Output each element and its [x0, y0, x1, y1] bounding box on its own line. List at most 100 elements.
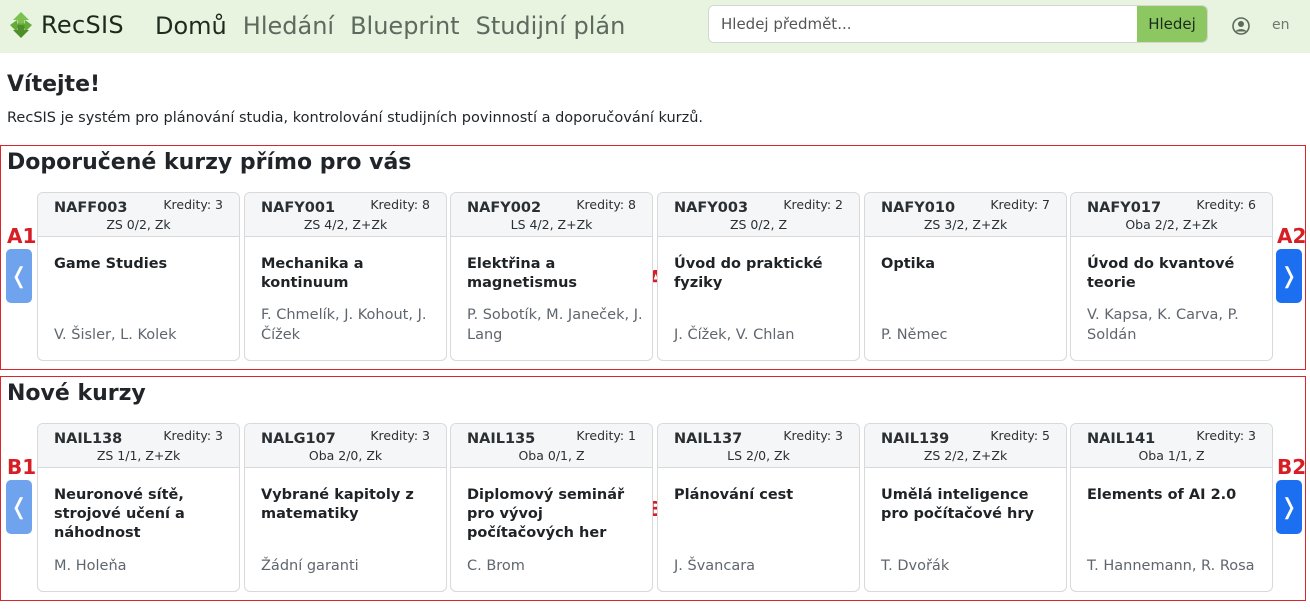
course-credits: Kredity: 2	[783, 197, 843, 212]
course-name[interactable]: Neuronové sítě, strojové učení a náhodno…	[54, 486, 234, 543]
search-button[interactable]: Hledej	[1137, 6, 1207, 42]
course-guarantors: P. Sobotík, M. Janeček, J. Lang	[467, 307, 643, 343]
course-guarantors: F. Chmelík, J. Kohout, J. Čížek	[261, 307, 427, 343]
course-semester: Oba 2/0, Zk	[308, 448, 383, 463]
course-guarantors: V. Šisler, L. Kolek	[54, 327, 177, 343]
course-name[interactable]: Diplomový seminář pro vývoj počítačových…	[467, 486, 647, 543]
course-semester: ZS 0/2, Zk	[106, 217, 171, 232]
course-name[interactable]: Elektřina a magnetismus	[467, 255, 647, 293]
course-credits: Kredity: 5	[990, 428, 1050, 443]
course-guarantors: T. Hannemann, R. Rosa	[1087, 558, 1255, 574]
course-name[interactable]: Optika	[881, 255, 1061, 274]
brand-name: RecSIS	[41, 11, 124, 39]
recsis-logo-icon	[10, 12, 32, 38]
course-semester: ZS 3/2, Z+Zk	[923, 217, 1008, 232]
annotation-marker-right: B2	[1277, 455, 1307, 479]
course-card-header: NAIL141 Kredity: 3 Oba 1/1, Z	[1071, 424, 1272, 468]
course-credits: Kredity: 8	[576, 197, 636, 212]
course-card[interactable]: NAFY003 Kredity: 2 ZS 0/2, Z Úvod do prakti…	[657, 192, 860, 361]
nav-home[interactable]: Domů	[155, 12, 227, 40]
course-guarantors: M. Holeňa	[54, 558, 127, 574]
carousel-prev-button[interactable]: ❬	[6, 480, 32, 534]
course-semester: Oba 1/1, Z	[1138, 448, 1205, 463]
course-name[interactable]: Úvod do kvantové teorie	[1087, 255, 1267, 293]
nav-blueprint[interactable]: Blueprint	[350, 12, 460, 40]
nav-study-plan[interactable]: Studijní plán	[476, 12, 626, 40]
course-card[interactable]: NAIL135 Kredity: 1 Oba 0/1, Z Diplomový sem…	[450, 423, 653, 592]
course-semester: Oba 0/1, Z	[518, 448, 585, 463]
welcome-title: Vítejte!	[7, 72, 101, 97]
course-card[interactable]: NALG107 Kredity: 3 Oba 2/0, Zk Vybrané kapi…	[244, 423, 447, 592]
course-name[interactable]: Plánování cest	[674, 486, 854, 505]
course-name[interactable]: Vybrané kapitoly z matematiky	[261, 486, 441, 524]
section-title: Doporučené kurzy přímo pro vás	[7, 150, 412, 175]
course-card-header: NAFF003 Kredity: 3 ZS 0/2, Zk	[38, 193, 239, 237]
nav-search[interactable]: Hledání	[243, 12, 334, 40]
course-card[interactable]: NAFY002 Kredity: 8 LS 4/2, Z+Zk Elektřina a…	[450, 192, 653, 361]
language-switch[interactable]: en	[1272, 17, 1290, 33]
course-code: NAIL135	[467, 431, 536, 447]
course-card-header: NAFY010 Kredity: 7 ZS 3/2, Z+Zk	[865, 193, 1066, 237]
course-card[interactable]: NAIL137 Kredity: 3 LS 2/0, Zk Plánování ces…	[657, 423, 860, 592]
course-code: NAFF003	[54, 200, 128, 216]
course-credits: Kredity: 6	[1196, 197, 1256, 212]
course-code: NAFY003	[674, 200, 749, 216]
course-name[interactable]: Game Studies	[54, 255, 234, 274]
course-credits: Kredity: 7	[990, 197, 1050, 212]
course-card-header: NAFY017 Kredity: 6 Oba 2/2, Z+Zk	[1071, 193, 1272, 237]
course-semester: ZS 2/2, Z+Zk	[923, 448, 1008, 463]
course-guarantors: P. Němec	[881, 327, 948, 343]
course-card[interactable]: NAFY001 Kredity: 8 ZS 4/2, Z+Zk Mechanika a…	[244, 192, 447, 361]
course-card-header: NAIL135 Kredity: 1 Oba 0/1, Z	[451, 424, 652, 468]
section-title: Nové kurzy	[7, 381, 146, 406]
course-code: NAIL137	[674, 431, 743, 447]
main-nav: Domů Hledání Blueprint Studijní plán	[155, 12, 641, 40]
course-card[interactable]: NAIL141 Kredity: 3 Oba 1/1, Z Elements of A…	[1070, 423, 1273, 592]
course-credits: Kredity: 1	[576, 428, 636, 443]
course-credits: Kredity: 3	[1196, 428, 1256, 443]
course-code: NAFY017	[1087, 200, 1162, 216]
user-circle-icon[interactable]	[1232, 17, 1250, 35]
carousel-prev-button[interactable]: ❬	[6, 249, 32, 303]
course-code: NAIL138	[54, 431, 123, 447]
course-semester: LS 4/2, Z+Zk	[510, 217, 593, 232]
search-form: Hledej	[708, 5, 1208, 43]
course-card[interactable]: NAFF003 Kredity: 3 ZS 0/2, Zk Game Studies V…	[37, 192, 240, 361]
course-guarantors: V. Kapsa, K. Carva, P. Soldán	[1087, 307, 1239, 343]
course-semester: ZS 0/2, Z	[729, 217, 788, 232]
course-card[interactable]: NAFY017 Kredity: 6 Oba 2/2, Z+Zk Úvod do kv…	[1070, 192, 1273, 361]
course-card-header: NAFY002 Kredity: 8 LS 4/2, Z+Zk	[451, 193, 652, 237]
search-input[interactable]	[709, 6, 1137, 42]
course-name[interactable]: Mechanika a kontinuum	[261, 255, 441, 293]
navbar: RecSIS Domů Hledání Blueprint Studijní p…	[0, 0, 1310, 53]
carousel-next-button[interactable]: ❭	[1276, 249, 1302, 303]
course-name[interactable]: Elements of AI 2.0	[1087, 486, 1267, 505]
course-guarantors: Žádní garanti	[261, 558, 359, 574]
course-name[interactable]: Úvod do praktické fyziky	[674, 255, 854, 293]
course-card-header: NAIL137 Kredity: 3 LS 2/0, Zk	[658, 424, 859, 468]
course-credits: Kredity: 3	[783, 428, 843, 443]
annotation-marker-right: A2	[1277, 224, 1307, 248]
course-credits: Kredity: 3	[163, 428, 223, 443]
carousel-next-button[interactable]: ❭	[1276, 480, 1302, 534]
brand[interactable]: RecSIS	[9, 11, 124, 39]
course-card-header: NAIL138 Kredity: 3 ZS 1/1, Z+Zk	[38, 424, 239, 468]
course-code: NAFY001	[261, 200, 336, 216]
course-name[interactable]: Umělá inteligence pro počítačové hry	[881, 486, 1061, 524]
course-semester: Oba 2/2, Z+Zk	[1125, 217, 1218, 232]
annotation-marker-left: A1	[7, 224, 37, 248]
course-code: NAIL139	[881, 431, 950, 447]
course-card-header: NAFY001 Kredity: 8 ZS 4/2, Z+Zk	[245, 193, 446, 237]
course-card[interactable]: NAIL138 Kredity: 3 ZS 1/1, Z+Zk Neuronové s…	[37, 423, 240, 592]
welcome-text: RecSIS je systém pro plánování studia, k…	[7, 110, 704, 126]
course-semester: LS 2/0, Zk	[727, 448, 790, 463]
course-card[interactable]: NAIL139 Kredity: 5 ZS 2/2, Z+Zk Umělá intel…	[864, 423, 1067, 592]
course-card-header: NALG107 Kredity: 3 Oba 2/0, Zk	[245, 424, 446, 468]
course-code: NAIL141	[1087, 431, 1156, 447]
course-card-header: NAIL139 Kredity: 5 ZS 2/2, Z+Zk	[865, 424, 1066, 468]
course-semester: ZS 1/1, Z+Zk	[96, 448, 181, 463]
course-semester: ZS 4/2, Z+Zk	[303, 217, 388, 232]
course-guarantors: J. Švancara	[674, 558, 756, 574]
course-guarantors: T. Dvořák	[881, 558, 950, 574]
course-card[interactable]: NAFY010 Kredity: 7 ZS 3/2, Z+Zk Optika P. Ně…	[864, 192, 1067, 361]
